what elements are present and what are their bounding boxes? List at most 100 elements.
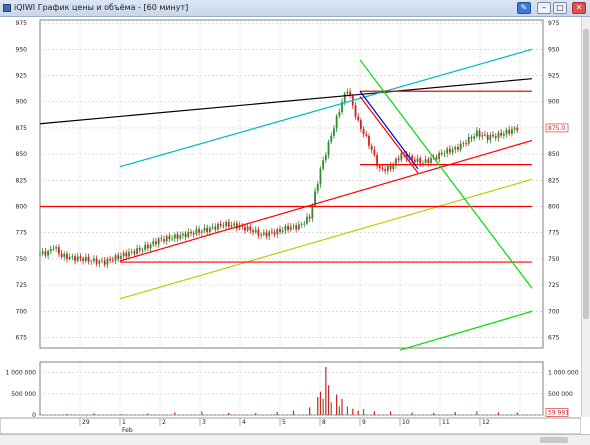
time-tick-label: 3 — [202, 419, 206, 426]
candle — [354, 105, 357, 117]
candle — [478, 130, 481, 137]
candle — [90, 261, 93, 263]
candle — [144, 244, 147, 250]
candle — [502, 133, 505, 136]
candle — [111, 260, 114, 262]
candle — [60, 253, 63, 257]
candle — [346, 91, 349, 94]
price-tick-label-left: 775 — [16, 230, 28, 237]
candle — [392, 165, 395, 170]
candle — [284, 226, 287, 231]
candle — [430, 158, 432, 163]
candle — [333, 128, 335, 136]
close-button[interactable]: ✕ — [572, 2, 586, 14]
candle — [451, 149, 454, 153]
candle — [179, 235, 182, 239]
candle — [365, 134, 368, 136]
candle — [235, 223, 238, 229]
candle — [122, 252, 125, 257]
candle — [152, 241, 155, 245]
time-tick-label: 2 — [162, 419, 166, 426]
candle — [98, 260, 101, 264]
vertical-scroll-thumb[interactable] — [583, 29, 589, 319]
candle — [82, 258, 85, 261]
horizontal-scroll-thumb[interactable] — [540, 437, 568, 443]
vertical-scrollbar[interactable] — [581, 17, 590, 417]
price-tick-label-right: 900 — [548, 99, 560, 106]
candle — [225, 221, 227, 226]
volume-tick-label-left: 500 000 — [11, 391, 36, 398]
horizontal-scrollbar[interactable] — [0, 434, 590, 445]
price-tick-label-left: 800 — [16, 204, 28, 211]
candle — [262, 232, 265, 235]
price-tick-label-left: 675 — [16, 335, 28, 342]
minimize-button[interactable]: – — [537, 2, 551, 14]
pin-button[interactable]: ✎ — [517, 2, 531, 14]
price-tick-label-left: 950 — [16, 46, 28, 53]
candle — [357, 116, 360, 121]
candle — [386, 165, 389, 171]
candle — [192, 233, 195, 235]
candle — [306, 216, 308, 224]
candle — [389, 165, 392, 170]
candle — [257, 229, 260, 236]
price-tick-label-right: 975 — [548, 20, 560, 27]
candle — [133, 251, 136, 254]
price-tick-label-left: 875 — [16, 125, 28, 132]
time-tick-label: 1 — [122, 419, 126, 426]
time-tick-label: 12 — [482, 419, 490, 426]
candle — [465, 142, 467, 144]
candle — [109, 258, 112, 261]
price-panel — [39, 19, 544, 349]
candle — [208, 227, 211, 233]
candle — [93, 258, 95, 262]
price-tick-label-left: 925 — [16, 73, 28, 80]
candle — [443, 153, 446, 155]
volume-panel — [39, 361, 544, 416]
candle — [373, 149, 376, 156]
candle — [435, 157, 438, 160]
candle — [249, 226, 252, 231]
window-title: iQIWI График цены и объёма - [60 минут] — [14, 3, 189, 12]
candle — [511, 129, 513, 134]
candle — [219, 223, 222, 226]
candle — [500, 132, 503, 136]
candle — [195, 229, 198, 235]
candle — [217, 223, 219, 230]
candle — [419, 158, 422, 164]
candle — [492, 134, 494, 137]
candle — [271, 231, 273, 233]
price-tick-label-right: 775 — [548, 230, 560, 237]
candle — [295, 225, 298, 230]
candle — [265, 232, 268, 237]
price-tick-label-right: 925 — [548, 73, 560, 80]
candle — [308, 216, 311, 219]
candle — [233, 223, 236, 226]
candle — [260, 234, 263, 236]
candle — [246, 226, 249, 231]
candle — [424, 159, 427, 163]
candle — [103, 260, 106, 265]
price-tick-label-left: 700 — [16, 308, 28, 315]
candle — [95, 258, 98, 264]
candle — [513, 127, 516, 130]
candle — [176, 234, 179, 239]
candle — [68, 256, 71, 260]
candle — [52, 248, 55, 250]
volume-tick-label-left: 1 000 000 — [5, 370, 36, 377]
candle — [44, 251, 47, 256]
maximize-button[interactable]: □ — [553, 2, 567, 14]
candle — [173, 234, 176, 239]
candle — [268, 231, 271, 237]
app-icon — [3, 4, 11, 12]
price-volume-chart[interactable]: 9759759509509259259009008758758508508258… — [0, 17, 581, 434]
candle — [206, 227, 209, 233]
candle — [459, 143, 462, 150]
candle — [362, 128, 365, 135]
candle — [505, 129, 508, 134]
price-tick-label-left: 850 — [16, 151, 28, 158]
candle — [359, 120, 362, 129]
candle — [76, 256, 79, 261]
candle — [211, 226, 214, 228]
candle — [214, 226, 217, 230]
